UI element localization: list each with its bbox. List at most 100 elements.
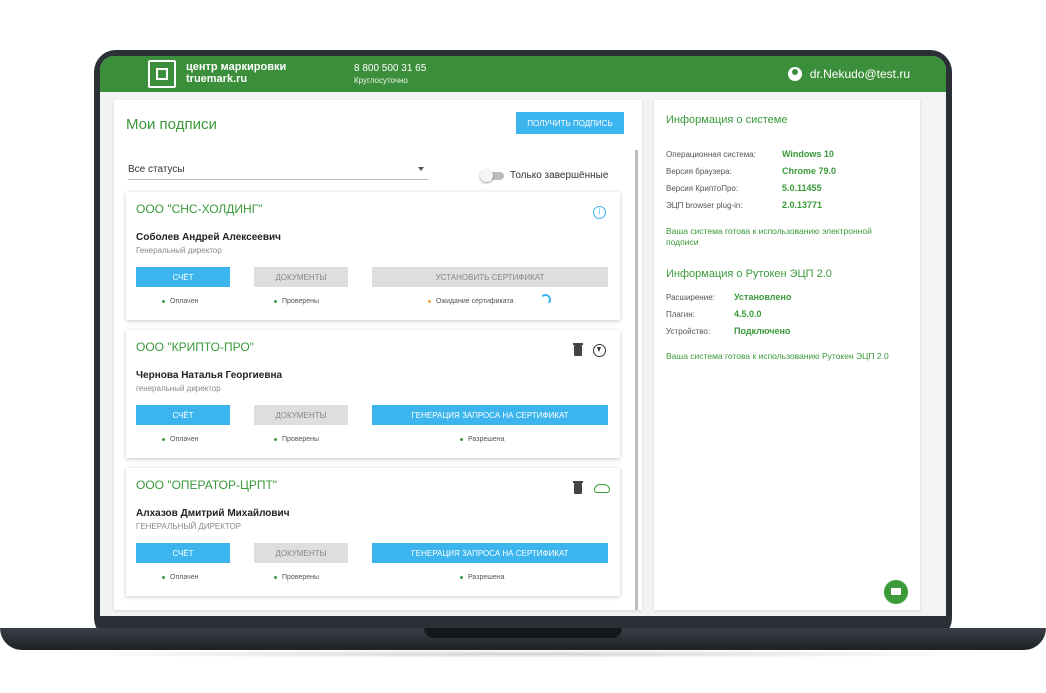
user-menu[interactable]: dr.Nekudo@test.ru (787, 67, 910, 81)
download-icon[interactable] (593, 344, 606, 357)
status-dot (460, 576, 463, 579)
status-checked: Проверены (274, 436, 319, 443)
extension-value: Установлено (734, 292, 792, 302)
app-header: центр маркировки truemark.ru 8 800 500 3… (100, 56, 946, 92)
status-text: Разрешена (468, 436, 505, 443)
plugin-label: ЭЦП browser plug-in: (666, 201, 743, 210)
status-select[interactable]: Все статусы (128, 164, 428, 180)
brand-line2: truemark.ru (186, 73, 248, 85)
status-text: Оплачен (170, 436, 199, 443)
stage: центр маркировки truemark.ru 8 800 500 3… (0, 0, 1046, 693)
device-label: Устройство: (666, 327, 711, 336)
status-dot (162, 576, 165, 579)
completed-only-toggle[interactable]: Только завершённые (480, 168, 609, 182)
documents-button[interactable]: ДОКУМЕНТЫ (254, 543, 348, 563)
status-dot (274, 300, 277, 303)
page-title: Мои подписи (126, 116, 217, 133)
card-person: Чернова Наталья Георгиевна (136, 370, 283, 381)
phone-hours: Круглосуточно (354, 76, 408, 85)
status-text: Проверены (282, 436, 320, 443)
phone-number: 8 800 500 31 65 (354, 63, 427, 74)
device-value: Подключено (734, 326, 791, 336)
rutoken-info-title: Информация о Рутокен ЭЦП 2.0 (666, 268, 832, 280)
card-role: Генеральный директор (136, 246, 222, 255)
generate-request-button[interactable]: ГЕНЕРАЦИЯ ЗАПРОСА НА СЕРТИФИКАТ (372, 405, 608, 425)
qr-icon (156, 68, 168, 80)
system-ready-message: Ваша система готова к использованию элек… (666, 226, 872, 247)
support-phone: 8 800 500 31 65 Круглосуточно (354, 63, 426, 87)
cryptopro-label: Версия КриптоПро: (666, 184, 739, 193)
card-org: ООО "СНС-ХОЛДИНГ" (136, 202, 263, 216)
status-text: Оплачен (170, 574, 199, 581)
status-select-value: Все статусы (128, 164, 185, 175)
status-allowed: Разрешена (460, 574, 505, 581)
documents-button[interactable]: ДОКУМЕНТЫ (254, 405, 348, 425)
chevron-down-icon (418, 167, 424, 171)
invoice-button[interactable]: СЧЁТ (136, 267, 230, 287)
signature-card: ООО "КРИПТО-ПРО" Чернова Наталья Георгие… (126, 330, 620, 458)
documents-button[interactable]: ДОКУМЕНТЫ (254, 267, 348, 287)
invoice-button[interactable]: СЧЁТ (136, 405, 230, 425)
user-email: dr.Nekudo@test.ru (809, 67, 910, 81)
os-label: Операционная система: (666, 150, 756, 159)
truemark-logo-icon[interactable] (148, 60, 176, 88)
screen: центр маркировки truemark.ru 8 800 500 3… (100, 56, 946, 616)
laptop-shadow (40, 650, 1006, 658)
status-text: Разрешена (468, 574, 505, 581)
status-paid: Оплачен (162, 298, 198, 305)
account-icon (787, 67, 802, 81)
status-checked: Проверены (274, 298, 319, 305)
trash-icon[interactable] (573, 343, 583, 356)
card-role: ГЕНЕРАЛЬНЫЙ ДИРЕКТОР (136, 522, 242, 531)
status-text: Оплачен (170, 298, 199, 305)
laptop-notch (424, 628, 622, 638)
signature-card: ООО "ОПЕРАТОР-ЦРПТ" Алхазов Дмитрий Миха… (126, 468, 620, 596)
scrollbar[interactable] (635, 150, 638, 610)
card-org: ООО "ОПЕРАТОР-ЦРПТ" (136, 478, 278, 492)
brand-line1: центр маркировки (186, 61, 287, 73)
toggle-track[interactable] (480, 168, 504, 182)
status-dot (460, 438, 463, 441)
status-allowed: Разрешена (460, 436, 505, 443)
rutoken-plugin-label: Плагин: (666, 310, 695, 319)
loading-spinner-icon (540, 294, 551, 305)
rutoken-plugin-value: 4.5.0.0 (734, 309, 762, 319)
status-text: Проверены (282, 298, 320, 305)
status-checked: Проверены (274, 574, 319, 581)
status-dot (274, 576, 277, 579)
status-text: Ожидание сертификата (436, 298, 514, 305)
status-dot (428, 300, 431, 303)
os-value: Windows 10 (782, 149, 834, 159)
status-text: Проверены (282, 574, 320, 581)
card-person: Соболев Андрей Алексеевич (136, 232, 281, 243)
scrollbar-thumb[interactable] (635, 150, 638, 610)
mail-icon[interactable] (884, 580, 908, 604)
card-role: генеральный директор (136, 384, 221, 393)
extension-label: Расширение: (666, 293, 715, 302)
plugin-value: 2.0.13771 (782, 200, 823, 210)
brand-name[interactable]: центр маркировки truemark.ru (186, 61, 286, 85)
status-dot (274, 438, 277, 441)
generate-request-button[interactable]: ГЕНЕРАЦИЯ ЗАПРОСА НА СЕРТИФИКАТ (372, 543, 608, 563)
toggle-label: Только завершённые (510, 170, 609, 181)
signatures-panel: Мои подписи ПОЛУЧИТЬ ПОДПИСЬ Все статусы… (114, 100, 642, 610)
system-info-panel: Информация о системе Операционная систем… (654, 100, 920, 610)
card-person: Алхазов Дмитрий Михайлович (136, 508, 290, 519)
info-icon[interactable]: i (593, 206, 606, 219)
cloud-icon[interactable] (594, 484, 610, 493)
status-dot (162, 438, 165, 441)
invoice-button[interactable]: СЧЁТ (136, 543, 230, 563)
signature-card: ООО "СНС-ХОЛДИНГ" i Соболев Андрей Алекс… (126, 192, 620, 320)
system-info-title: Информация о системе (666, 114, 788, 126)
cryptopro-value: 5.0.11455 (782, 183, 822, 193)
rutoken-ready-message: Ваша система готова к использованию Руто… (666, 351, 889, 361)
browser-value: Chrome 79.0 (782, 166, 837, 176)
toggle-knob (480, 168, 493, 182)
install-certificate-button[interactable]: УСТАНОВИТЬ СЕРТИФИКАТ (372, 267, 608, 287)
status-paid: Оплачен (162, 436, 198, 443)
status-cert-waiting: Ожидание сертификата (428, 298, 514, 305)
get-signature-button[interactable]: ПОЛУЧИТЬ ПОДПИСЬ (516, 112, 624, 134)
browser-label: Версия браузера: (666, 167, 732, 176)
trash-icon[interactable] (573, 481, 583, 494)
status-paid: Оплачен (162, 574, 198, 581)
